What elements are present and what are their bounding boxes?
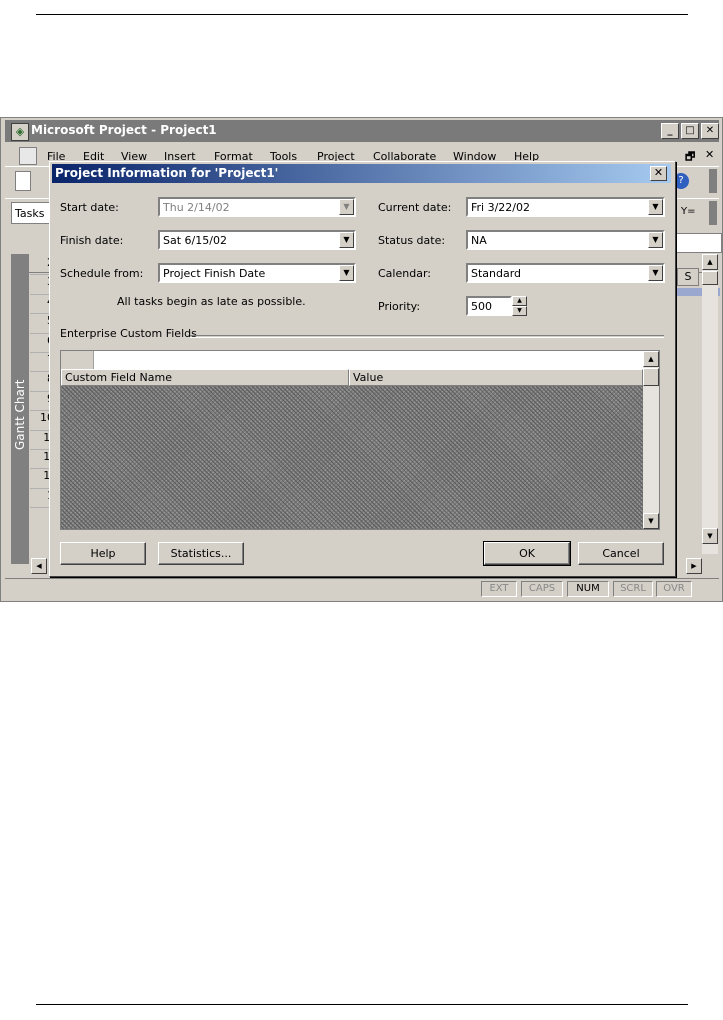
status-date-label: Status date: xyxy=(378,234,446,247)
grid-scroll-down-arrow[interactable]: ▼ xyxy=(643,513,659,529)
start-date-value: Thu 2/14/02 xyxy=(163,201,230,214)
status-caps: CAPS xyxy=(521,581,563,597)
current-date-field[interactable]: Fri 3/22/02 ▼ xyxy=(466,197,665,217)
filter-icon[interactable]: Y= xyxy=(681,206,696,217)
status-date-field[interactable]: NA ▼ xyxy=(466,230,665,250)
finish-date-field[interactable]: Sat 6/15/02 ▼ xyxy=(158,230,356,250)
priority-input[interactable]: 500 xyxy=(466,296,512,316)
help-button[interactable]: Help xyxy=(60,542,146,565)
status-num: NUM xyxy=(567,581,609,597)
schedule-from-select[interactable]: Project Finish Date ▼ xyxy=(158,263,356,283)
scroll-up-arrow[interactable]: ▲ xyxy=(702,254,718,270)
priority-label: Priority: xyxy=(378,300,421,313)
cancel-button[interactable]: Cancel xyxy=(578,542,664,565)
scroll-right-arrow[interactable]: ▶ xyxy=(686,558,702,574)
enterprise-custom-fields-label: Enterprise Custom Fields xyxy=(60,327,197,340)
statistics-button[interactable]: Statistics... xyxy=(158,542,244,565)
start-date-label: Start date: xyxy=(60,201,119,214)
project-app-icon: ◈ xyxy=(11,123,29,141)
close-app-button[interactable]: ✕ xyxy=(701,123,719,139)
current-date-value: Fri 3/22/02 xyxy=(471,201,531,214)
dialog-close-button[interactable]: ✕ xyxy=(650,166,667,181)
project-information-dialog: Project Information for 'Project1' ✕ Sta… xyxy=(49,161,676,577)
column-custom-field-name[interactable]: Custom Field Name xyxy=(61,369,349,386)
status-bar xyxy=(5,578,719,599)
app-title: Microsoft Project - Project1 xyxy=(31,123,217,137)
group-divider xyxy=(190,335,664,338)
minimize-button[interactable]: _ xyxy=(661,123,679,139)
schedule-from-dropdown-arrow[interactable]: ▼ xyxy=(339,265,354,281)
grid-empty-area xyxy=(61,386,643,529)
timescale-column-s: S xyxy=(677,268,699,286)
maximize-button[interactable]: □ xyxy=(681,123,699,139)
schedule-from-label: Schedule from: xyxy=(60,267,144,280)
status-ovr: OVR xyxy=(656,581,692,597)
vertical-scrollbar[interactable]: ▲ ▼ xyxy=(702,254,718,554)
scroll-thumb[interactable] xyxy=(702,271,718,285)
calendar-value: Standard xyxy=(471,267,522,280)
start-date-dropdown-arrow: ▼ xyxy=(339,199,354,215)
scroll-left-arrow[interactable]: ◀ xyxy=(31,558,47,574)
start-date-field: Thu 2/14/02 ▼ xyxy=(158,197,356,217)
view-label-gantt-chart: Gantt Chart xyxy=(13,379,27,450)
schedule-note: All tasks begin as late as possible. xyxy=(117,295,306,308)
status-ext: EXT xyxy=(481,581,517,597)
grid-edit-row[interactable] xyxy=(61,351,643,370)
page-top-rule xyxy=(36,14,688,15)
current-date-label: Current date: xyxy=(378,201,452,214)
finish-date-value: Sat 6/15/02 xyxy=(163,234,227,247)
schedule-from-value: Project Finish Date xyxy=(163,267,266,280)
priority-up-arrow[interactable]: ▲ xyxy=(512,296,527,306)
dialog-title: Project Information for 'Project1' xyxy=(55,166,279,180)
app-titlebar: ◈ Microsoft Project - Project1 _ □ ✕ xyxy=(5,120,719,142)
restore-document-icon[interactable]: 🗗 xyxy=(685,148,695,167)
scroll-down-arrow[interactable]: ▼ xyxy=(702,528,718,544)
page-bottom-rule xyxy=(36,1004,688,1005)
new-document-icon[interactable] xyxy=(15,171,31,191)
grid-corner xyxy=(61,351,94,369)
toolbar2-options-icon[interactable] xyxy=(709,201,717,225)
grid-scroll-thumb[interactable] xyxy=(643,368,659,386)
document-icon[interactable] xyxy=(19,147,37,165)
status-date-dropdown-arrow[interactable]: ▼ xyxy=(648,232,663,248)
grid-scroll-up-arrow[interactable]: ▲ xyxy=(643,351,659,367)
finish-date-dropdown-arrow[interactable]: ▼ xyxy=(339,232,354,248)
status-scrl: SCRL xyxy=(613,581,653,597)
ok-button[interactable]: OK xyxy=(483,541,571,566)
status-date-value: NA xyxy=(471,234,487,247)
close-document-icon[interactable]: ✕ xyxy=(705,148,714,161)
dialog-titlebar: Project Information for 'Project1' ✕ xyxy=(52,164,671,183)
priority-down-arrow[interactable]: ▼ xyxy=(512,306,527,316)
finish-date-label: Finish date: xyxy=(60,234,124,247)
calendar-label: Calendar: xyxy=(378,267,431,280)
column-value[interactable]: Value xyxy=(349,369,643,386)
grid-vertical-scrollbar[interactable]: ▲ ▼ xyxy=(643,351,659,529)
custom-fields-grid[interactable]: Custom Field Name Value ▲ ▼ xyxy=(60,350,660,530)
priority-stepper[interactable]: 500 ▲ ▼ xyxy=(466,296,528,316)
toolbar-options-icon[interactable] xyxy=(709,169,717,193)
tasks-button[interactable]: Tasks xyxy=(11,202,51,224)
current-date-dropdown-arrow[interactable]: ▼ xyxy=(648,199,663,215)
calendar-select[interactable]: Standard ▼ xyxy=(466,263,665,283)
calendar-dropdown-arrow[interactable]: ▼ xyxy=(648,265,663,281)
entry-bar[interactable] xyxy=(674,233,722,253)
